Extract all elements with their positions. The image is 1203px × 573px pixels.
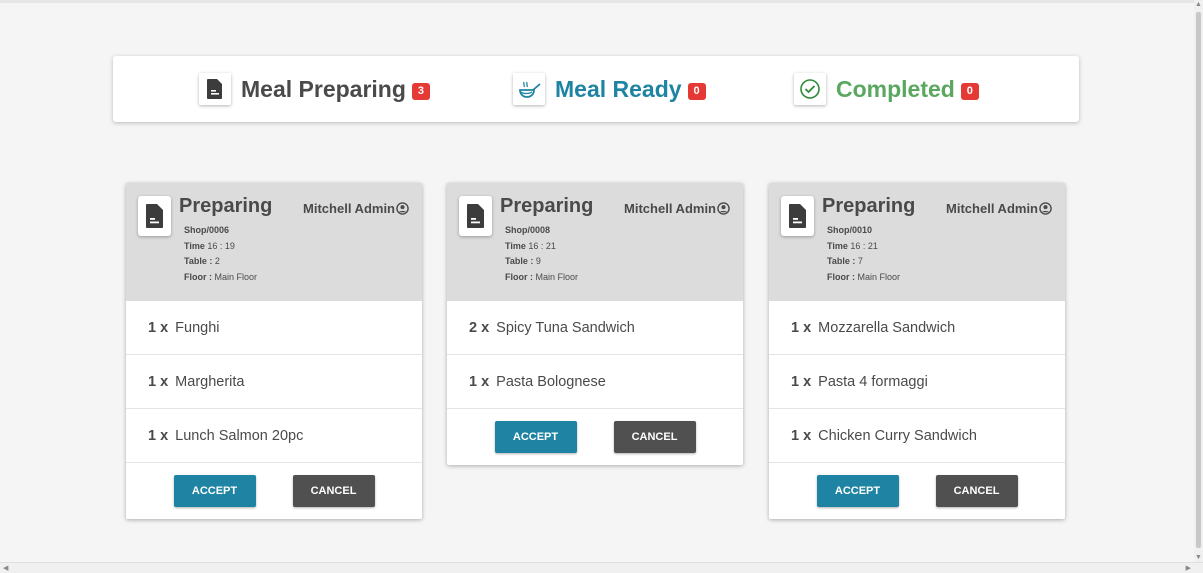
user-name: Mitchell Admin <box>303 201 395 216</box>
time-label: Time <box>184 240 205 251</box>
order-time: 16 : 21 <box>850 240 878 251</box>
order-table: 7 <box>857 256 863 266</box>
order-line: 1 x Margherita <box>126 355 422 409</box>
floor-label: Floor : <box>184 271 212 282</box>
order-time: 16 : 19 <box>207 240 235 251</box>
order-card-header: Preparing Mitchell Admin Shop/0008 Time … <box>447 183 743 301</box>
user-circle-icon <box>1039 202 1052 215</box>
accept-button[interactable]: ACCEPT <box>173 475 256 507</box>
line-product: Margherita <box>175 373 245 390</box>
scroll-right-arrow-icon[interactable]: ▶ <box>1186 564 1191 572</box>
floor-label: Floor : <box>827 271 855 282</box>
scroll-left-arrow-icon[interactable]: ◀ <box>3 564 8 572</box>
order-card-header: Preparing Mitchell Admin Shop/0006 Time … <box>126 183 422 301</box>
table-label: Table : <box>505 256 534 266</box>
line-product: Funghi <box>175 319 220 336</box>
user-circle-icon <box>717 202 730 215</box>
tab-meal-preparing[interactable]: Meal Preparing 3 <box>199 72 430 106</box>
tab-label: Meal Ready <box>555 75 682 102</box>
order-meta: Shop/0006 Time 16 : 19 Table : 2 Floor :… <box>184 223 257 285</box>
line-quantity: 1 x <box>791 319 812 336</box>
cancel-button[interactable]: CANCEL <box>935 475 1018 507</box>
tab-completed[interactable]: Completed 0 <box>794 72 979 106</box>
order-reference: Shop/0008 <box>505 225 551 235</box>
order-reference: Shop/0006 <box>184 225 230 235</box>
order-line: 1 x Mozzarella Sandwich <box>769 301 1065 355</box>
order-line: 2 x Spicy Tuna Sandwich <box>447 301 743 355</box>
order-line: 1 x Pasta Bolognese <box>447 355 743 409</box>
document-icon <box>459 196 492 236</box>
order-reference: Shop/0010 <box>827 225 873 235</box>
horizontal-scrollbar[interactable]: ◀ ▶ <box>0 562 1203 573</box>
scrollbar-thumb[interactable] <box>1196 12 1201 548</box>
order-floor: Main Floor <box>214 271 258 282</box>
line-quantity: 1 x <box>148 319 169 336</box>
order-line: 1 x Pasta 4 formaggi <box>769 355 1065 409</box>
order-card: Preparing Mitchell Admin Shop/0010 Time … <box>769 183 1065 519</box>
user-name: Mitchell Admin <box>946 201 1038 216</box>
table-label: Table : <box>184 256 213 266</box>
order-actions: ACCEPT CANCEL <box>126 463 422 519</box>
order-card: Preparing Mitchell Admin Shop/0008 Time … <box>447 183 743 465</box>
line-quantity: 2 x <box>469 319 490 336</box>
order-actions: ACCEPT CANCEL <box>769 463 1065 519</box>
count-badge: 3 <box>411 82 430 100</box>
line-product: Spicy Tuna Sandwich <box>496 319 635 336</box>
line-product: Lunch Salmon 20pc <box>175 427 304 444</box>
line-product: Mozzarella Sandwich <box>818 319 956 336</box>
time-label: Time <box>505 240 526 251</box>
table-label: Table : <box>827 256 856 266</box>
order-card-header: Preparing Mitchell Admin Shop/0010 Time … <box>769 183 1065 301</box>
line-quantity: 1 x <box>148 427 169 444</box>
line-product: Pasta 4 formaggi <box>818 373 928 390</box>
scroll-down-arrow-icon[interactable]: ▼ <box>1195 554 1202 561</box>
time-label: Time <box>827 240 848 251</box>
order-line: 1 x Chicken Curry Sandwich <box>769 409 1065 463</box>
order-meta: Shop/0010 Time 16 : 21 Table : 7 Floor :… <box>827 223 900 285</box>
tab-meal-ready[interactable]: Meal Ready 0 <box>513 72 706 106</box>
document-icon <box>138 196 171 236</box>
count-badge: 0 <box>960 82 979 100</box>
order-line: 1 x Funghi <box>126 301 422 355</box>
order-floor: Main Floor <box>857 271 901 282</box>
top-divider <box>0 0 1203 3</box>
line-quantity: 1 x <box>791 427 812 444</box>
order-user: Mitchell Admin <box>946 201 1052 216</box>
tab-label: Meal Preparing <box>241 75 406 102</box>
count-badge: 0 <box>687 82 706 100</box>
line-quantity: 1 x <box>469 373 490 390</box>
order-table: 2 <box>214 256 220 266</box>
order-user: Mitchell Admin <box>624 201 730 216</box>
user-name: Mitchell Admin <box>624 201 716 216</box>
floor-label: Floor : <box>505 271 533 282</box>
tab-label: Completed <box>836 75 955 102</box>
order-user: Mitchell Admin <box>303 201 409 216</box>
order-table: 9 <box>535 256 541 266</box>
order-status: Preparing <box>822 195 916 217</box>
order-floor: Main Floor <box>535 271 579 282</box>
document-icon <box>199 73 231 105</box>
vertical-scrollbar[interactable]: ▲ ▼ <box>1194 0 1203 562</box>
order-status: Preparing <box>179 195 273 217</box>
status-tabs-bar: Meal Preparing 3 Meal Ready 0 Completed … <box>113 56 1079 122</box>
cancel-button[interactable]: CANCEL <box>292 475 375 507</box>
order-card: Preparing Mitchell Admin Shop/0006 Time … <box>126 183 422 519</box>
line-product: Chicken Curry Sandwich <box>818 427 977 444</box>
accept-button[interactable]: ACCEPT <box>816 475 899 507</box>
line-quantity: 1 x <box>148 373 169 390</box>
document-icon <box>781 196 814 236</box>
accept-button[interactable]: ACCEPT <box>494 421 577 453</box>
scroll-up-arrow-icon[interactable]: ▲ <box>1195 1 1202 8</box>
order-actions: ACCEPT CANCEL <box>447 409 743 465</box>
order-meta: Shop/0008 Time 16 : 21 Table : 9 Floor :… <box>505 223 578 285</box>
order-line: 1 x Lunch Salmon 20pc <box>126 409 422 463</box>
user-circle-icon <box>396 202 409 215</box>
order-status: Preparing <box>500 195 594 217</box>
line-quantity: 1 x <box>791 373 812 390</box>
order-time: 16 : 21 <box>528 240 556 251</box>
cancel-button[interactable]: CANCEL <box>613 421 696 453</box>
cooking-pan-icon <box>513 73 545 105</box>
line-product: Pasta Bolognese <box>496 373 606 390</box>
check-circle-icon <box>794 73 826 105</box>
